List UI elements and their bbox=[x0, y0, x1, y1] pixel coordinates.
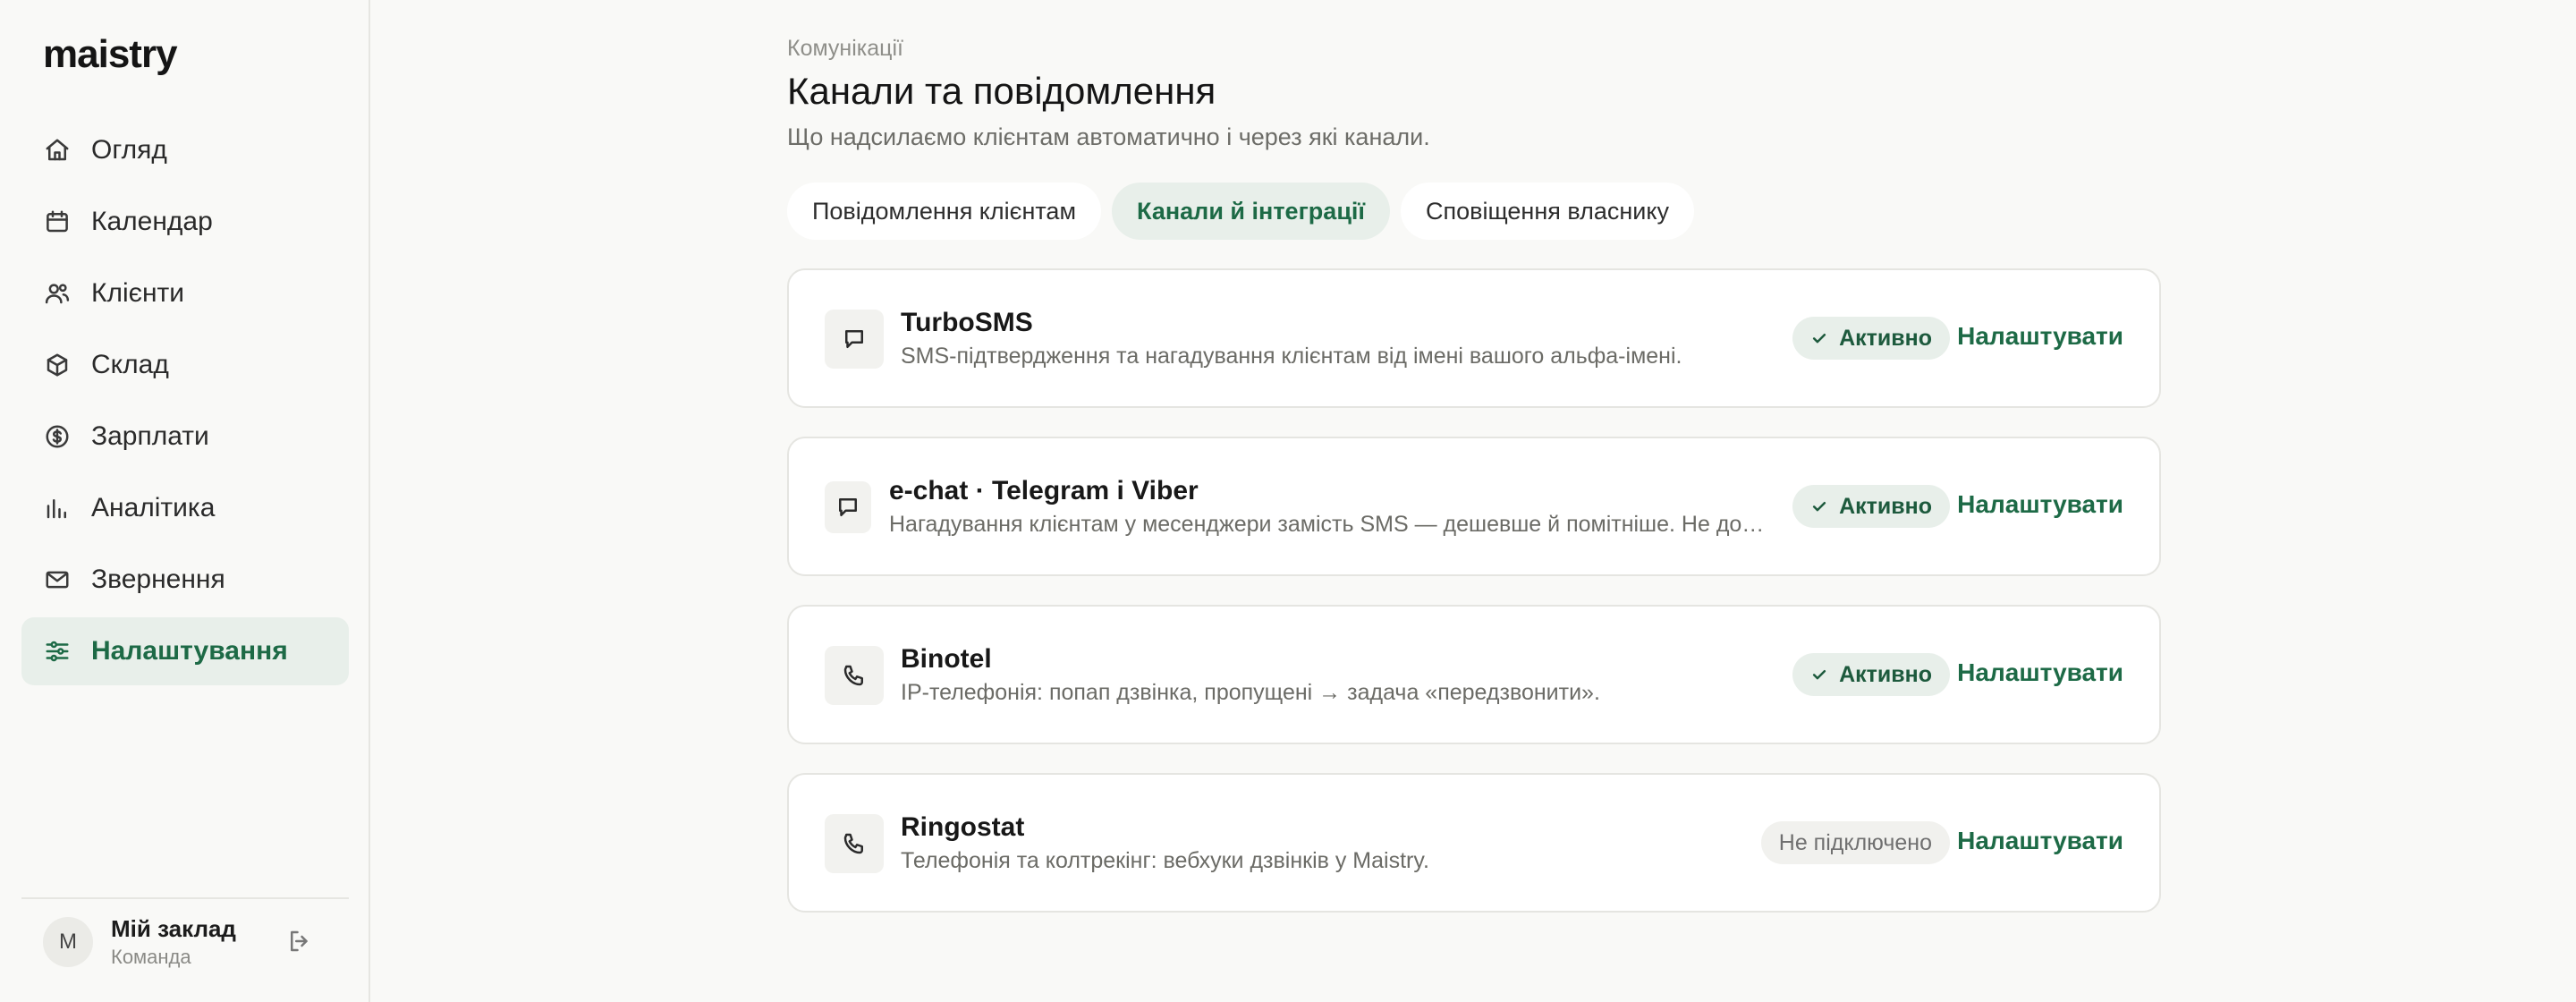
phone-icon bbox=[825, 646, 884, 705]
logout-icon[interactable] bbox=[286, 928, 317, 958]
bar-chart-icon bbox=[43, 494, 72, 522]
configure-button[interactable]: Налаштувати bbox=[1957, 827, 2123, 855]
sidebar-item-warehouse[interactable]: Склад bbox=[21, 331, 349, 399]
dollar-icon bbox=[43, 422, 72, 451]
page-title: Канали та повідомлення bbox=[787, 70, 1216, 112]
integration-description: SMS-підтвердження та нагадування клієнта… bbox=[901, 344, 1682, 369]
breadcrumb[interactable]: Комунікації bbox=[787, 36, 903, 62]
integration-description: Нагадування клієнтам у месенджери заміст… bbox=[889, 512, 1765, 537]
sidebar-item-salaries[interactable]: Зарплати bbox=[21, 403, 349, 471]
configure-button[interactable]: Налаштувати bbox=[1957, 658, 2123, 687]
integration-description: Телефонія та колтрекінг: вебхуки дзвінкі… bbox=[901, 848, 1429, 873]
integration-name: e-chat · Telegram і Viber bbox=[889, 476, 1199, 505]
sidebar-item-settings[interactable]: Налаштування bbox=[21, 617, 349, 685]
status-badge: Активно bbox=[1792, 653, 1950, 696]
tab-client-messages[interactable]: Повідомлення клієнтам bbox=[787, 183, 1102, 240]
integration-card-binotel: Binotel IP-телефонія: попап дзвінка, про… bbox=[787, 605, 2161, 744]
integration-card-turbosms: TurboSMS SMS-підтвердження та нагадуванн… bbox=[787, 268, 2161, 408]
integration-card-echat: e-chat · Telegram і Viber Нагадування кл… bbox=[787, 437, 2161, 576]
status-badge: Активно bbox=[1792, 317, 1950, 360]
sidebar-item-calendar[interactable]: Календар bbox=[21, 188, 349, 256]
sidebar-item-label: Склад bbox=[91, 350, 169, 379]
page-subtitle: Що надсилаємо клієнтам автоматично і чер… bbox=[787, 123, 1430, 150]
users-icon bbox=[43, 279, 72, 308]
integration-name: TurboSMS bbox=[901, 308, 1033, 337]
tab-channels-integrations[interactable]: Канали й інтеграції bbox=[1112, 183, 1391, 240]
calendar-icon bbox=[43, 208, 72, 236]
sidebar-item-requests[interactable]: Звернення bbox=[21, 546, 349, 614]
status-badge: Активно bbox=[1792, 485, 1950, 528]
org-role: Команда bbox=[111, 946, 191, 968]
sidebar-item-analytics[interactable]: Аналітика bbox=[21, 474, 349, 542]
configure-button[interactable]: Налаштувати bbox=[1957, 322, 2123, 351]
sidebar-item-label: Аналітика bbox=[91, 493, 216, 522]
check-icon bbox=[1812, 502, 1826, 512]
phone-icon bbox=[825, 814, 884, 873]
message-square-icon bbox=[825, 310, 884, 369]
sidebar-item-label: Календар bbox=[91, 207, 213, 236]
org-name: Мій заклад bbox=[111, 915, 236, 942]
integration-description: IP-телефонія: попап дзвінка, пропущені →… bbox=[901, 680, 1600, 705]
configure-button[interactable]: Налаштувати bbox=[1957, 490, 2123, 519]
sliders-icon bbox=[43, 637, 72, 666]
mail-icon bbox=[43, 565, 72, 594]
integration-card-ringostat: Ringostat Телефонія та колтрекінг: вебху… bbox=[787, 773, 2161, 913]
sidebar-item-label: Звернення bbox=[91, 565, 225, 594]
sidebar-item-overview[interactable]: Огляд bbox=[21, 116, 349, 184]
box-icon bbox=[43, 351, 72, 379]
sidebar-item-clients[interactable]: Клієнти bbox=[21, 259, 349, 327]
avatar[interactable]: М bbox=[43, 917, 93, 967]
sidebar-footer: М Мій заклад Команда bbox=[21, 897, 349, 987]
sidebar-item-label: Огляд bbox=[91, 135, 167, 165]
sidebar: maistry Огляд Календар Клієнти Склад Зар… bbox=[0, 0, 370, 1002]
app-logo[interactable]: maistry bbox=[43, 32, 178, 77]
tab-owner-notifications[interactable]: Сповіщення власнику bbox=[1401, 183, 1694, 240]
sidebar-item-label: Налаштування bbox=[91, 636, 288, 666]
integration-name: Binotel bbox=[901, 644, 992, 674]
sidebar-item-label: Зарплати bbox=[91, 421, 209, 451]
sidebar-item-label: Клієнти bbox=[91, 278, 185, 308]
message-square-icon bbox=[825, 481, 871, 533]
integration-name: Ringostat bbox=[901, 812, 1025, 842]
sidebar-nav: Огляд Календар Клієнти Склад Зарплати Ан… bbox=[21, 116, 349, 689]
tab-bar: Повідомлення клієнтам Канали й інтеграці… bbox=[787, 183, 1694, 240]
check-icon bbox=[1812, 670, 1826, 680]
status-badge: Не підключено bbox=[1760, 821, 1950, 864]
home-icon bbox=[43, 136, 72, 165]
check-icon bbox=[1812, 334, 1826, 344]
